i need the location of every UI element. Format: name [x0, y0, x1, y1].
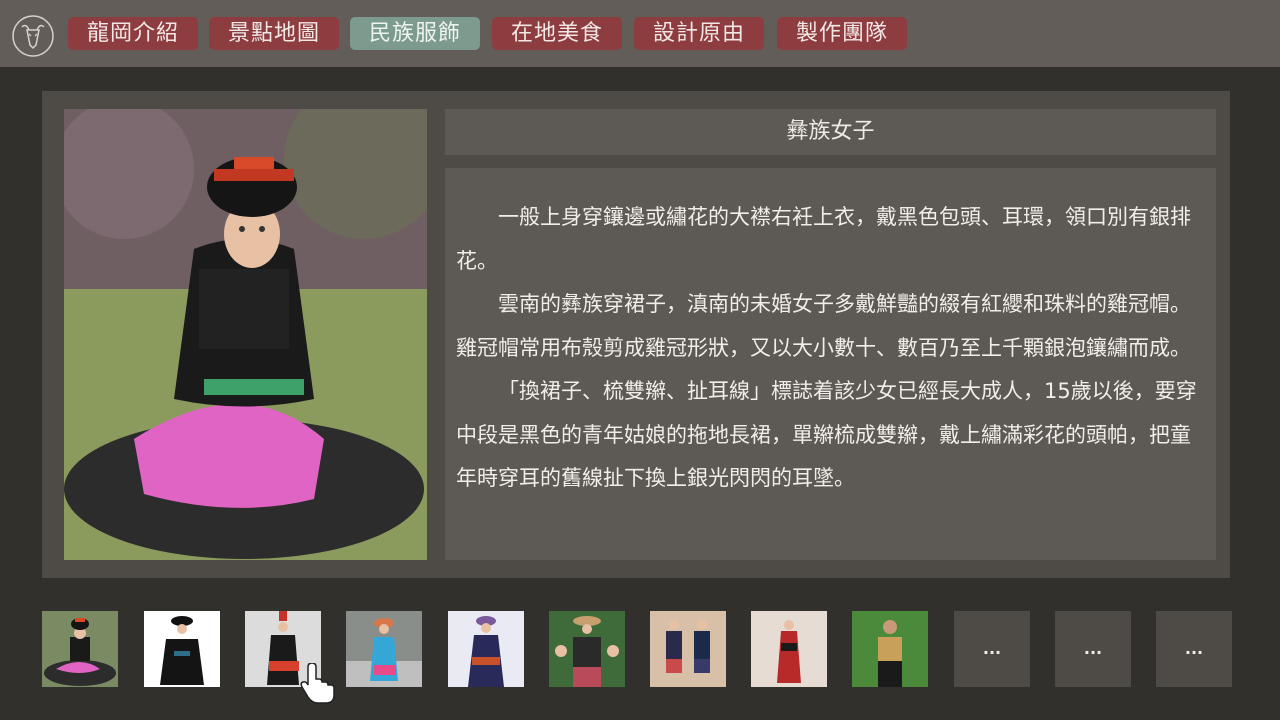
- thumbnail-more-1[interactable]: ...: [954, 611, 1030, 687]
- thumbnail-6[interactable]: [549, 611, 625, 687]
- costume-title: 彝族女子: [445, 109, 1216, 155]
- thumbnail-1[interactable]: [42, 611, 118, 687]
- nav-button-longgang-intro[interactable]: 龍岡介紹: [68, 17, 198, 50]
- nav-button-attraction-map[interactable]: 景點地圖: [209, 17, 339, 50]
- thumbnail-5[interactable]: [448, 611, 524, 687]
- nav-button-production-team[interactable]: 製作團隊: [777, 17, 907, 50]
- top-nav-bar: 龍岡介紹 景點地圖 民族服飾 在地美食 設計原由 製作團隊: [0, 0, 1280, 67]
- goat-logo-icon[interactable]: [12, 15, 54, 57]
- hand-pointer-icon: [300, 663, 335, 704]
- costume-photo: [64, 109, 427, 560]
- description-paragraph: 「換裙子、梳雙辮、扯耳線」標誌着該少女已經長大成人，15歲以後，要穿中段是黑色的…: [456, 379, 1197, 490]
- content-panel: 彝族女子 一般上身穿鑲邊或繡花的大襟右衽上衣，戴黑色包頭、耳環，領口別有銀排花。…: [42, 91, 1230, 578]
- thumbnail-8[interactable]: [751, 611, 827, 687]
- costume-description: 一般上身穿鑲邊或繡花的大襟右衽上衣，戴黑色包頭、耳環，領口別有銀排花。 雲南的彝…: [445, 168, 1216, 560]
- nav-button-local-food[interactable]: 在地美食: [492, 17, 622, 50]
- description-paragraph: 雲南的彝族穿裙子，滇南的未婚女子多戴鮮豔的綴有紅纓和珠料的雞冠帽。雞冠帽常用布殼…: [456, 292, 1191, 360]
- thumbnail-2[interactable]: [144, 611, 220, 687]
- nav-button-ethnic-costume[interactable]: 民族服飾: [350, 17, 480, 50]
- thumbnail-more-2[interactable]: ...: [1055, 611, 1131, 687]
- thumbnail-7[interactable]: [650, 611, 726, 687]
- description-paragraph: 一般上身穿鑲邊或繡花的大襟右衽上衣，戴黑色包頭、耳環，領口別有銀排花。: [456, 205, 1191, 273]
- thumbnail-4[interactable]: [346, 611, 422, 687]
- nav-button-design-rationale[interactable]: 設計原由: [634, 17, 764, 50]
- thumbnail-more-3[interactable]: ...: [1156, 611, 1232, 687]
- thumbnail-9[interactable]: [852, 611, 928, 687]
